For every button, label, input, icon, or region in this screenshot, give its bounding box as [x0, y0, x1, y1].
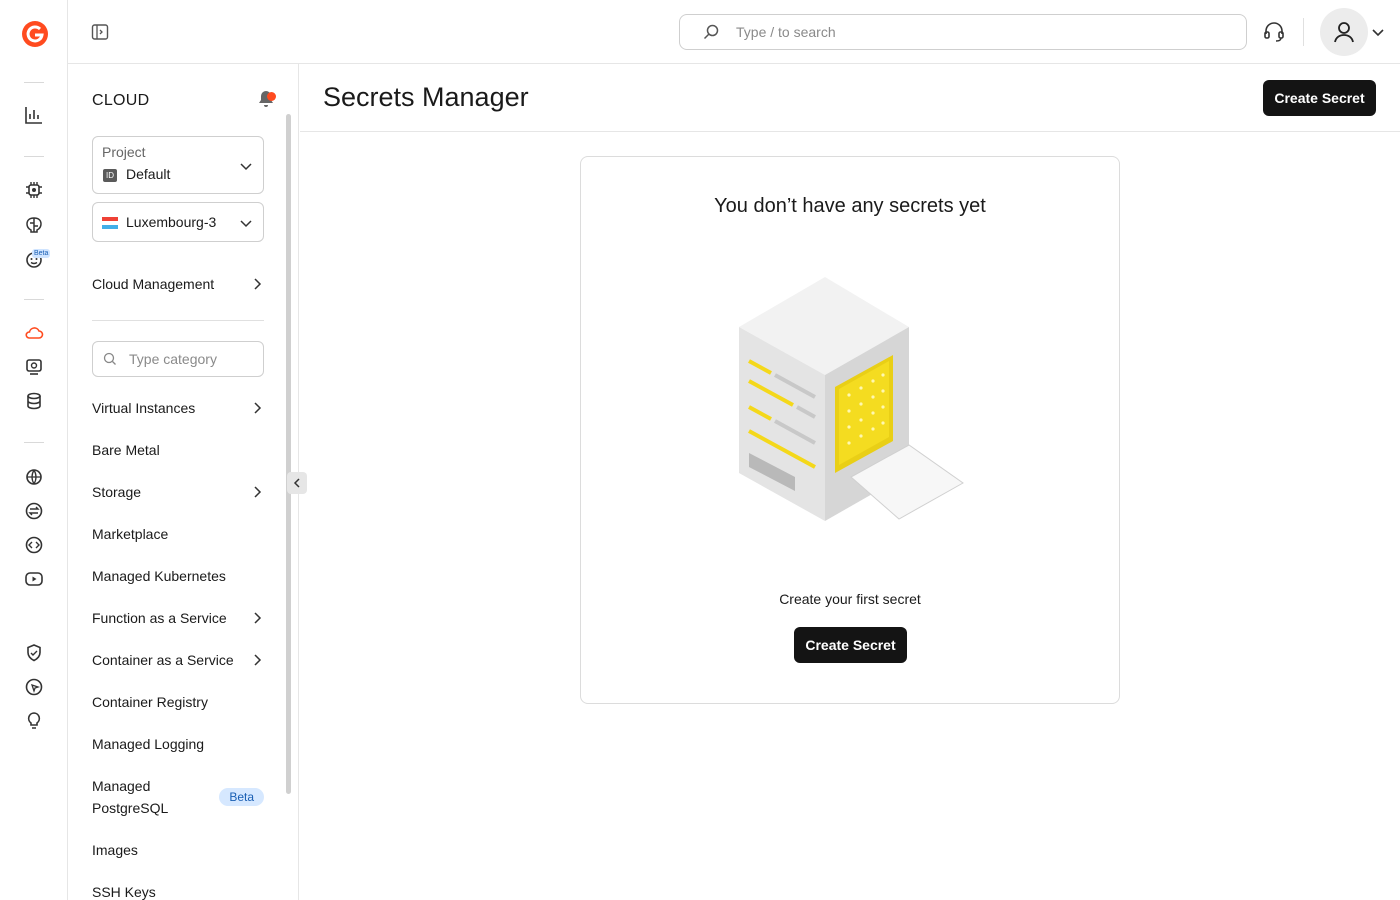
- chevron-right-icon: [254, 402, 262, 414]
- chevron-down-icon[interactable]: [1370, 24, 1386, 40]
- sidebar-item-label: Managed PostgreSQL: [92, 775, 168, 819]
- topbar-divider: [1303, 18, 1304, 46]
- empty-state-card: You don’t have any secrets yet Create yo…: [580, 156, 1120, 704]
- sidebar-item-label: Marketplace: [92, 526, 169, 542]
- page-title: Secrets Manager: [323, 82, 529, 112]
- rail-divider: [24, 156, 44, 157]
- sidebar-item-faas[interactable]: Function as a Service: [92, 608, 264, 628]
- sidebar-item-managed-logging[interactable]: Managed Logging: [92, 734, 264, 754]
- headset-icon[interactable]: [1262, 20, 1286, 44]
- region-select[interactable]: Luxembourg-3: [92, 202, 264, 242]
- chevron-right-icon: [254, 486, 262, 498]
- global-search[interactable]: Type / to search: [679, 14, 1247, 50]
- create-secret-button[interactable]: Create Secret: [1263, 80, 1376, 116]
- sidebar-scrollbar[interactable]: [286, 114, 291, 794]
- database-icon[interactable]: [22, 389, 46, 413]
- server-illustration-icon: [739, 277, 964, 521]
- rail-divider: [24, 299, 44, 300]
- user-icon: [1334, 22, 1354, 43]
- rail-divider: [24, 82, 44, 83]
- empty-state-subtitle: Create your first secret: [779, 591, 921, 607]
- region-value: Luxembourg-3: [126, 214, 217, 230]
- shield-icon[interactable]: [22, 641, 46, 665]
- collapse-sidebar-button[interactable]: [287, 472, 307, 494]
- project-label: Project: [102, 144, 146, 160]
- chevron-down-icon: [240, 220, 252, 228]
- sidebar-item-label-line1: Managed: [92, 778, 151, 794]
- luxembourg-flag-icon: [102, 217, 118, 229]
- bulb-icon[interactable]: [22, 709, 46, 733]
- avatar[interactable]: [1320, 8, 1368, 56]
- sidebar-item-label: Managed Logging: [92, 736, 205, 752]
- video-icon[interactable]: [22, 567, 46, 591]
- sidebar-item-label: Container Registry: [92, 694, 208, 710]
- cloud-management-label: Cloud Management: [92, 276, 215, 292]
- stats-icon[interactable]: [22, 103, 46, 127]
- sidebar-item-label: Bare Metal: [92, 442, 160, 458]
- search-icon: [703, 24, 719, 40]
- sidebar-item-label: SSH Keys: [92, 884, 156, 900]
- cloud-icon[interactable]: [22, 321, 46, 345]
- empty-state-title: You don’t have any secrets yet: [714, 195, 986, 217]
- sidebar-item-label: Container as a Service: [92, 652, 234, 668]
- sidebar-item-managed-kubernetes[interactable]: Managed Kubernetes: [92, 566, 264, 586]
- pointer-icon[interactable]: [22, 675, 46, 699]
- category-input[interactable]: Type category: [129, 351, 217, 367]
- sidebar-item-marketplace[interactable]: Marketplace: [92, 524, 264, 544]
- chevron-right-icon: [254, 654, 262, 666]
- sidebar-item-label: Storage: [92, 484, 142, 500]
- sidebar-item-managed-postgresql[interactable]: Managed PostgreSQL Beta: [92, 775, 264, 819]
- code-icon[interactable]: [22, 533, 46, 557]
- sidebar-item-virtual-instances[interactable]: Virtual Instances: [92, 398, 264, 418]
- top-bar: Type / to search: [68, 0, 1400, 64]
- sidebar-item-label-line2: PostgreSQL: [92, 800, 169, 816]
- sidebar-item-label: Virtual Instances: [92, 400, 196, 416]
- chevron-right-icon: [254, 612, 262, 624]
- sidebar-item-label: Function as a Service: [92, 610, 227, 626]
- project-value: Default: [126, 166, 171, 182]
- chevron-left-icon: [293, 478, 300, 488]
- bell-icon[interactable]: [256, 88, 278, 110]
- sidebar-item-caas[interactable]: Container as a Service: [92, 650, 264, 670]
- sidebar-item-container-registry[interactable]: Container Registry: [92, 692, 264, 712]
- create-first-secret-button[interactable]: Create Secret: [794, 627, 907, 663]
- sidebar-item-storage[interactable]: Storage: [92, 482, 264, 502]
- chevron-down-icon: [240, 163, 252, 171]
- sidebar-title: CLOUD: [92, 92, 150, 109]
- search-input[interactable]: Type / to search: [736, 24, 836, 40]
- chip-icon[interactable]: [22, 178, 46, 202]
- header-divider: [300, 131, 1400, 132]
- sidebar-item-label: Managed Kubernetes: [92, 568, 226, 584]
- server-monitor-icon[interactable]: [22, 355, 46, 379]
- chevron-right-icon: [254, 278, 262, 290]
- logo-icon[interactable]: [21, 20, 49, 48]
- beta-badge: Beta: [219, 788, 264, 806]
- project-select[interactable]: Project ID Default: [92, 136, 264, 194]
- panel-toggle-icon[interactable]: [90, 22, 110, 42]
- search-icon: [103, 352, 116, 365]
- sidebar-divider: [92, 320, 264, 321]
- icon-rail: Beta: [0, 0, 68, 900]
- id-badge: ID: [103, 169, 117, 182]
- cloud-sidebar: CLOUD Project ID Default Luxembourg-3 Cl…: [68, 64, 299, 900]
- exchange-icon[interactable]: [22, 499, 46, 523]
- rail-divider: [24, 442, 44, 443]
- sidebar-item-label: Images: [92, 842, 138, 858]
- cloud-management-link[interactable]: Cloud Management: [92, 272, 264, 296]
- brain-icon[interactable]: [22, 213, 46, 237]
- beta-badge: Beta: [32, 249, 51, 258]
- sidebar-item-ssh-keys[interactable]: SSH Keys: [92, 882, 264, 900]
- category-search[interactable]: Type category: [92, 341, 264, 377]
- sidebar-item-images[interactable]: Images: [92, 840, 264, 860]
- globe-icon[interactable]: [22, 465, 46, 489]
- sidebar-item-bare-metal[interactable]: Bare Metal: [92, 440, 264, 460]
